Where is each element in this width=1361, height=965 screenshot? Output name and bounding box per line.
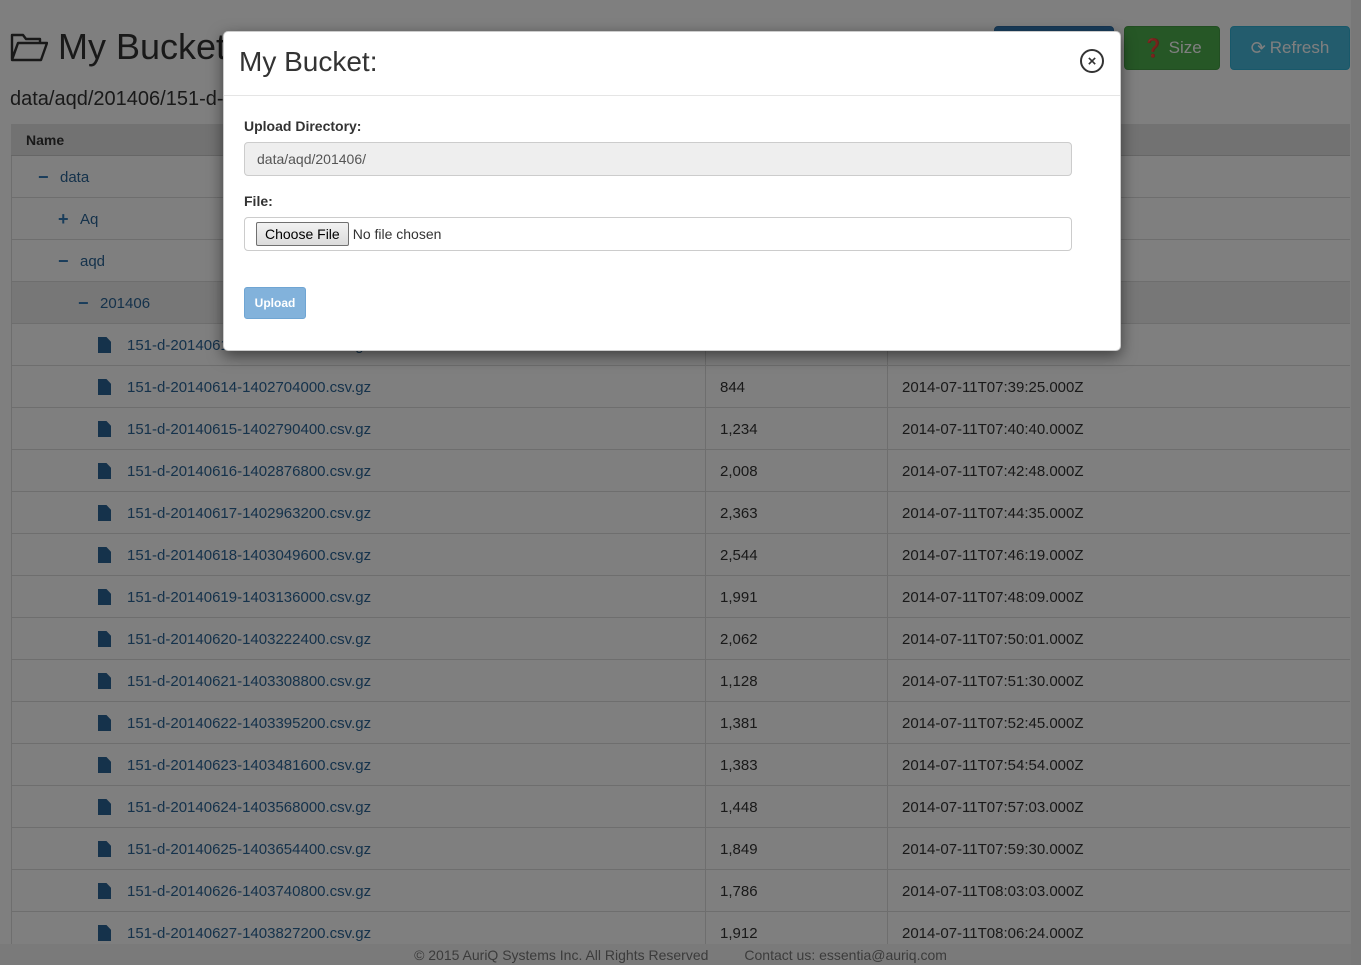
upload-button[interactable]: Upload — [244, 287, 306, 319]
close-icon[interactable]: × — [1080, 49, 1104, 73]
no-file-text: No file chosen — [352, 226, 442, 242]
upload-modal: My Bucket: × Upload Directory: data/aqd/… — [223, 31, 1121, 351]
choose-file-button[interactable]: Choose File — [256, 222, 349, 246]
modal-header: My Bucket: × — [224, 32, 1120, 96]
modal-body: Upload Directory: data/aqd/201406/ File:… — [224, 96, 1120, 341]
file-label: File: — [244, 193, 273, 209]
upload-directory-field[interactable]: data/aqd/201406/ — [244, 142, 1072, 176]
upload-directory-label: Upload Directory: — [244, 118, 362, 134]
modal-title: My Bucket: — [239, 46, 378, 77]
file-input[interactable]: Choose File No file chosen — [244, 217, 1072, 251]
